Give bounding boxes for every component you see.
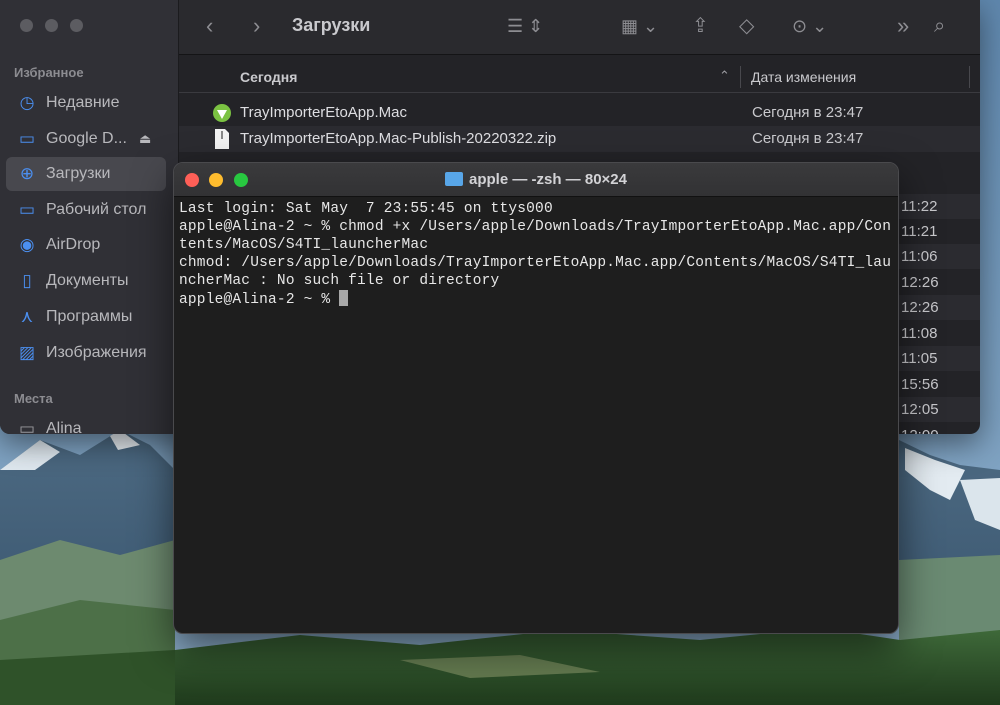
column-date-header[interactable]: Дата изменения [751,69,856,85]
terminal-window[interactable]: apple — -zsh — 80×24 Last login: Sat May… [173,162,899,634]
close-button[interactable] [20,19,33,32]
more-actions-icon[interactable]: ⊙ ⌄ [792,14,827,38]
terminal-line: ncherMac : No such file or directory [179,273,500,289]
window-title: Загрузки [292,15,371,35]
sidebar-item-label: Загрузки [46,165,111,182]
sidebar-heading-favorites: Избранное [14,65,84,80]
terminal-line: Last login: Sat May 7 23:55:45 on ttys00… [179,201,553,217]
file-name: TrayImporterEtoApp.Mac-Publish-20220322.… [240,130,557,147]
file-time: 11:05 [895,346,980,371]
file-time: 11:06 [895,244,980,269]
eject-icon[interactable]: ⏏ [139,131,151,147]
column-name-header[interactable]: Сегодня [240,69,297,85]
app-icon [213,104,231,122]
terminal-titlebar[interactable]: apple — -zsh — 80×24 [174,163,898,197]
column-header: Сегодня ⌃ Дата изменения [179,62,980,93]
sidebar-item-label: AirDrop [46,236,101,253]
back-icon[interactable]: ‹ [206,14,213,38]
image-icon: ▨ [18,343,36,362]
sidebar-item-label: Рабочий стол [46,201,147,218]
file-date: Сегодня в 23:47 [752,130,864,147]
list-view-icon[interactable]: ☰ ⇕ [507,14,543,38]
sidebar-item-google-drive[interactable]: ▭ Google D... ⏏ [6,122,166,156]
sidebar-item-label: Документы [46,272,129,289]
sidebar-item-downloads[interactable]: ⊕ Загрузки [6,157,166,191]
sidebar-item-documents[interactable]: ▯ Документы [6,264,166,298]
folder-icon [445,172,463,186]
terminal-line: chmod: /Users/apple/Downloads/TrayImport… [179,255,892,271]
document-icon: ▯ [22,271,32,290]
file-time: 12:26 [901,274,939,291]
file-row[interactable]: TrayImporterEtoApp.Mac-Publish-20220322.… [179,126,980,152]
minimize-button[interactable] [45,19,58,32]
sidebar-item-applications[interactable]: ⋏ Программы [6,300,166,334]
zoom-button[interactable] [70,19,83,32]
terminal-title: apple — -zsh — 80×24 [174,171,898,188]
file-time: 12:00 [895,423,980,434]
sidebar-item-desktop[interactable]: ▭ Рабочий стол [6,193,166,227]
terminal-title-text: apple — -zsh — 80×24 [469,171,627,188]
airdrop-icon: ◉ [19,235,35,254]
search-icon[interactable]: ⌕ [934,14,945,38]
folder-icon: ▭ [18,129,36,148]
terminal-prompt: apple@Alina-2 ~ % [179,292,340,308]
file-time: 11:08 [901,325,938,342]
sidebar-heading-places: Места [14,391,53,406]
sidebar-item-label: Google D... [46,130,127,147]
column-divider[interactable] [740,66,741,88]
file-name: TrayImporterEtoApp.Mac [240,104,407,121]
sidebar-item-pictures[interactable]: ▨ Изображения [6,336,166,370]
terminal-prompt-line[interactable]: apple@Alina-2 ~ % [179,290,892,309]
sidebar-item-airdrop[interactable]: ◉ AirDrop [6,228,166,262]
terminal-line: tents/MacOS/S4TI_launcherMac [179,237,429,253]
file-time: 12:26 [895,295,980,320]
file-time: 15:56 [901,376,939,393]
forward-icon[interactable]: › [253,14,260,38]
sidebar-item-label: Недавние [46,94,120,111]
file-row[interactable]: TrayImporterEtoApp.Mac Сегодня в 23:47 [179,100,980,126]
finder-sidebar: Избранное ◷ Недавние ▭ Google D... ⏏ ⊕ З… [0,0,179,434]
desktop-icon: ▭ [18,200,36,219]
sidebar-item-recents[interactable]: ◷ Недавние [6,86,166,120]
download-icon: ⊕ [19,164,35,183]
sidebar-item-label: Изображения [46,344,147,361]
sidebar-item-label: Программы [46,308,133,325]
tag-icon[interactable]: ◇ [739,14,754,38]
file-time: 12:05 [895,397,980,422]
file-time: 11:22 [895,194,980,219]
file-date: Сегодня в 23:47 [752,104,864,121]
group-icon[interactable]: ▦ ⌄ [621,14,658,38]
overflow-icon[interactable]: » [897,14,909,38]
finder-toolbar: ‹ › Загрузки ☰ ⇕ ▦ ⌄ ⇪ ◇ ⊙ ⌄ » ⌕ [179,0,980,55]
sort-chevron-icon[interactable]: ⌃ [719,68,730,84]
terminal-line: apple@Alina-2 ~ % chmod +x /Users/apple/… [179,219,892,235]
text-cursor [339,290,349,306]
apps-icon: ⋏ [20,307,34,326]
sidebar-item-alina[interactable]: ▭ Alina [6,412,166,434]
file-time: 11:21 [901,223,938,240]
computer-icon: ▭ [18,419,36,434]
zip-file-icon [215,129,229,149]
terminal-output[interactable]: Last login: Sat May 7 23:55:45 on ttys00… [179,200,892,309]
column-divider[interactable] [969,66,970,88]
share-icon[interactable]: ⇪ [692,14,709,38]
sidebar-item-label: Alina [46,420,82,434]
clock-icon: ◷ [19,93,35,112]
